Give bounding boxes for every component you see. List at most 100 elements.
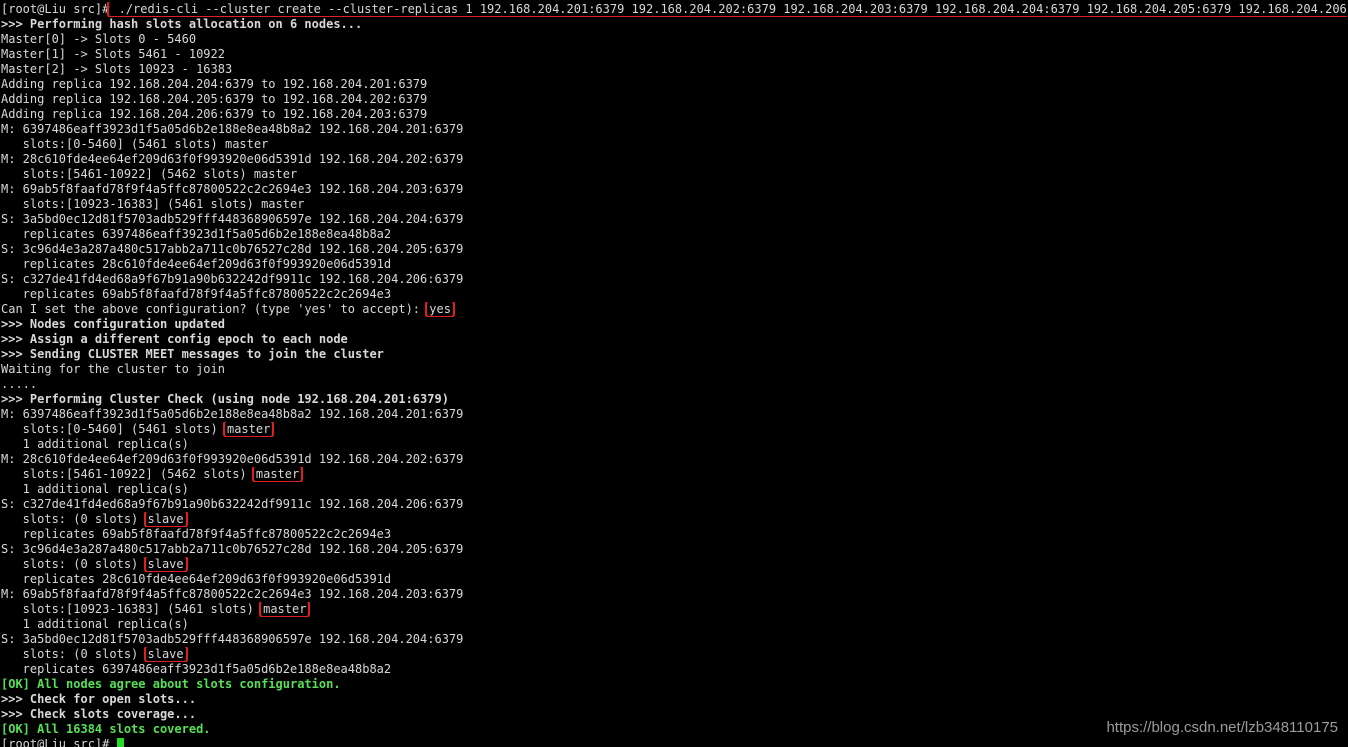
line-text: Waiting for the cluster to join [1,362,225,376]
line-text: [root@Liu src]# [1,2,110,16]
terminal-line: replicates 28c610fde4ee64ef209d63f0f9939… [1,257,1347,272]
terminal-line: slots:[5461-10922] (5462 slots) master [1,167,1347,182]
terminal-line: S: 3c96d4e3a287a480c517abb2a711c0b76527c… [1,242,1347,257]
line-text: 1 additional replica(s) [1,482,189,496]
terminal-window[interactable]: [root@Liu src]# ./redis-cli --cluster cr… [0,0,1348,747]
line-text: S: 3a5bd0ec12d81f5703adb529fff4483689065… [1,632,464,646]
line-text: ..... [1,377,38,391]
terminal-line: [root@Liu src]# [1,737,1347,747]
highlighted-role: master [222,422,275,437]
highlighted-role: slave [143,647,188,662]
line-text: >>> Check slots coverage... [1,707,197,721]
terminal-line: Master[2] -> Slots 10923 - 16383 [1,62,1347,77]
line-text: slots:[0-5460] (5461 slots) master [1,137,269,151]
line-text: slots: (0 slots) [1,557,146,571]
terminal-line: replicates 28c610fde4ee64ef209d63f0f9939… [1,572,1347,587]
line-text: >>> Performing hash slots allocation on … [1,17,363,31]
line-text: replicates 6397486eaff3923d1f5a05d6b2e18… [1,227,392,241]
terminal-line: >>> Performing hash slots allocation on … [1,17,1347,32]
line-text: Can I set the above configuration? (type… [1,302,428,316]
line-text: Master[2] -> Slots 10923 - 16383 [1,62,233,76]
highlighted-role: master [251,467,304,482]
terminal-line: slots:[10923-16383] (5461 slots) master [1,602,1347,617]
line-text: M: 69ab5f8faafd78f9f4a5ffc87800522c2c269… [1,182,464,196]
terminal-line: replicates 6397486eaff3923d1f5a05d6b2e18… [1,227,1347,242]
line-text: replicates 28c610fde4ee64ef209d63f0f9939… [1,257,392,271]
highlighted-role: master [259,602,311,617]
terminal-line: Can I set the above configuration? (type… [1,302,1347,317]
terminal-line: Adding replica 192.168.204.206:6379 to 1… [1,107,1347,122]
line-text: M: 69ab5f8faafd78f9f4a5ffc87800522c2c269… [1,587,464,601]
line-text: replicates 28c610fde4ee64ef209d63f0f9939… [1,572,392,586]
highlighted-role: slave [143,557,188,572]
line-text: [OK] All nodes agree about slots configu… [1,677,341,691]
line-text: Adding replica 192.168.204.204:6379 to 1… [1,77,428,91]
line-text: Master[1] -> Slots 5461 - 10922 [1,47,225,61]
terminal-line: ..... [1,377,1347,392]
line-text: >>> Nodes configuration updated [1,317,225,331]
terminal-line: S: c327de41fd4ed68a9f67b91a90b632242df99… [1,497,1347,512]
line-text: S: c327de41fd4ed68a9f67b91a90b632242df99… [1,497,464,511]
line-text: S: c327de41fd4ed68a9f67b91a90b632242df99… [1,272,464,286]
line-text: 1 additional replica(s) [1,437,189,451]
terminal-line: >>> Assign a different config epoch to e… [1,332,1347,347]
terminal-line: replicates 6397486eaff3923d1f5a05d6b2e18… [1,662,1347,677]
terminal-line: Adding replica 192.168.204.205:6379 to 1… [1,92,1347,107]
terminal-line: slots:[10923-16383] (5461 slots) master [1,197,1347,212]
line-text: slots:[10923-16383] (5461 slots) [1,602,262,616]
cursor-block[interactable] [116,738,124,747]
line-text: >>> Sending CLUSTER MEET messages to joi… [1,347,384,361]
terminal-line: 1 additional replica(s) [1,437,1347,452]
terminal-line: M: 28c610fde4ee64ef209d63f0f993920e06d53… [1,152,1347,167]
terminal-line: slots:[0-5460] (5461 slots) master [1,137,1347,152]
line-text: slots:[5461-10922] (5462 slots) [1,467,254,481]
line-text: slots: (0 slots) [1,647,146,661]
terminal-line: >>> Nodes configuration updated [1,317,1347,332]
line-text: >>> Check for open slots... [1,692,197,706]
line-text: M: 28c610fde4ee64ef209d63f0f993920e06d53… [1,452,464,466]
terminal-line: Master[0] -> Slots 0 - 5460 [1,32,1347,47]
terminal-line: slots: (0 slots) slave [1,557,1347,572]
line-text: slots:[5461-10922] (5462 slots) master [1,167,298,181]
line-text: >>> Assign a different config epoch to e… [1,332,348,346]
terminal-line: slots: (0 slots) slave [1,647,1347,662]
terminal-line: replicates 69ab5f8faafd78f9f4a5ffc878005… [1,527,1347,542]
terminal-line: M: 69ab5f8faafd78f9f4a5ffc87800522c2c269… [1,182,1347,197]
terminal-line: >>> Sending CLUSTER MEET messages to joi… [1,347,1347,362]
line-text: replicates 6397486eaff3923d1f5a05d6b2e18… [1,662,392,676]
terminal-line: S: 3a5bd0ec12d81f5703adb529fff4483689065… [1,632,1347,647]
terminal-line: 1 additional replica(s) [1,482,1347,497]
highlighted-role: slave [143,512,188,527]
line-text: slots:[10923-16383] (5461 slots) master [1,197,305,211]
terminal-line: Master[1] -> Slots 5461 - 10922 [1,47,1347,62]
terminal-line: M: 6397486eaff3923d1f5a05d6b2e188e8ea48b… [1,407,1347,422]
line-text: >>> Performing Cluster Check (using node… [1,392,449,406]
line-text: replicates 69ab5f8faafd78f9f4a5ffc878005… [1,527,392,541]
terminal-output: [root@Liu src]# ./redis-cli --cluster cr… [1,2,1347,747]
shell-prompt: [root@Liu src]# [1,737,117,747]
line-text: S: 3c96d4e3a287a480c517abb2a711c0b76527c… [1,542,464,556]
terminal-line: Waiting for the cluster to join [1,362,1347,377]
watermark: https://blog.csdn.net/lzb348110175 [1106,719,1338,736]
terminal-line: 1 additional replica(s) [1,617,1347,632]
terminal-line: S: c327de41fd4ed68a9f67b91a90b632242df99… [1,272,1347,287]
terminal-line: replicates 69ab5f8faafd78f9f4a5ffc878005… [1,287,1347,302]
terminal-line: M: 28c610fde4ee64ef209d63f0f993920e06d53… [1,452,1347,467]
terminal-line: slots:[0-5460] (5461 slots) master [1,422,1347,437]
terminal-line: >>> Performing Cluster Check (using node… [1,392,1347,407]
terminal-line: M: 69ab5f8faafd78f9f4a5ffc87800522c2c269… [1,587,1347,602]
line-text: [OK] All 16384 slots covered. [1,722,211,736]
line-text: S: 3c96d4e3a287a480c517abb2a711c0b76527c… [1,242,464,256]
terminal-line: [OK] All nodes agree about slots configu… [1,677,1347,692]
line-text: Master[0] -> Slots 0 - 5460 [1,32,197,46]
line-text: M: 28c610fde4ee64ef209d63f0f993920e06d53… [1,152,464,166]
line-text: S: 3a5bd0ec12d81f5703adb529fff4483689065… [1,212,464,226]
line-text: replicates 69ab5f8faafd78f9f4a5ffc878005… [1,287,392,301]
highlighted-confirmation: yes [425,302,455,317]
line-text: M: 6397486eaff3923d1f5a05d6b2e188e8ea48b… [1,407,464,421]
highlighted-command: ./redis-cli --cluster create --cluster-r… [107,2,1347,17]
terminal-line: slots:[5461-10922] (5462 slots) master [1,467,1347,482]
line-text: slots:[0-5460] (5461 slots) [1,422,225,436]
terminal-line: slots: (0 slots) slave [1,512,1347,527]
terminal-line: M: 6397486eaff3923d1f5a05d6b2e188e8ea48b… [1,122,1347,137]
